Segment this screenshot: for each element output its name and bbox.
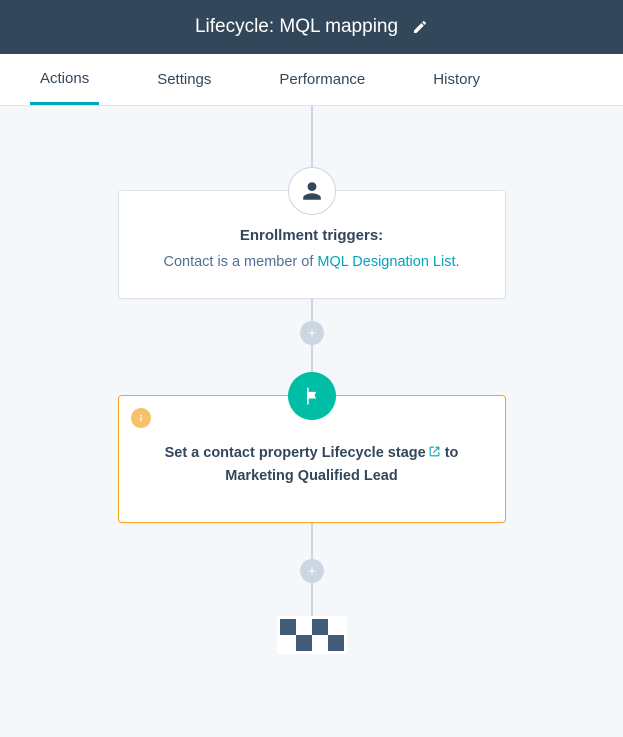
tabs: Actions Settings Performance History [0, 54, 623, 106]
trigger-prefix: Contact is a member of [163, 254, 317, 270]
trigger-card-title: Enrollment triggers: [143, 227, 481, 244]
workflow-canvas: Enrollment triggers: Contact is a member… [0, 106, 623, 737]
tab-actions[interactable]: Actions [30, 54, 99, 105]
info-icon [136, 413, 146, 423]
tab-performance[interactable]: Performance [269, 54, 375, 105]
tab-label: Actions [40, 70, 89, 87]
tab-label: History [433, 71, 480, 88]
action-card[interactable]: Set a contact property Lifecycle stage t… [118, 395, 506, 523]
enrollment-trigger-card[interactable]: Enrollment triggers: Contact is a member… [118, 190, 506, 299]
page-title: Lifecycle: MQL mapping [195, 16, 398, 38]
plus-icon [306, 565, 318, 577]
trigger-list-link[interactable]: MQL Designation List [317, 254, 455, 270]
tab-label: Settings [157, 71, 211, 88]
finish-checkered-icon [280, 619, 344, 651]
connector-line [311, 523, 313, 559]
add-step-button[interactable] [300, 559, 324, 583]
add-step-button[interactable] [300, 321, 324, 345]
person-node-icon-circle [288, 167, 336, 215]
flag-icon [302, 386, 322, 406]
action-property-label: Lifecycle stage [322, 445, 426, 461]
trigger-suffix: . [455, 254, 459, 270]
action-property-link[interactable]: Lifecycle stage [322, 445, 441, 461]
action-card-body: Set a contact property Lifecycle stage t… [153, 442, 471, 488]
connector-line [311, 583, 313, 619]
action-node-icon-circle [288, 372, 336, 420]
page-header: Lifecycle: MQL mapping [0, 0, 623, 54]
external-link-icon [428, 445, 441, 458]
action-value: Marketing Qualified Lead [225, 468, 397, 484]
connector-line [311, 299, 313, 321]
tab-label: Performance [279, 71, 365, 88]
plus-icon [306, 327, 318, 339]
edit-icon[interactable] [412, 19, 428, 35]
person-icon [301, 180, 323, 202]
action-prefix: Set a contact property [165, 445, 322, 461]
info-badge[interactable] [131, 408, 151, 428]
trigger-card-body: Contact is a member of MQL Designation L… [143, 252, 481, 274]
tab-settings[interactable]: Settings [147, 54, 221, 105]
tab-history[interactable]: History [423, 54, 490, 105]
connector-line [311, 106, 313, 176]
action-middle: to [441, 445, 459, 461]
